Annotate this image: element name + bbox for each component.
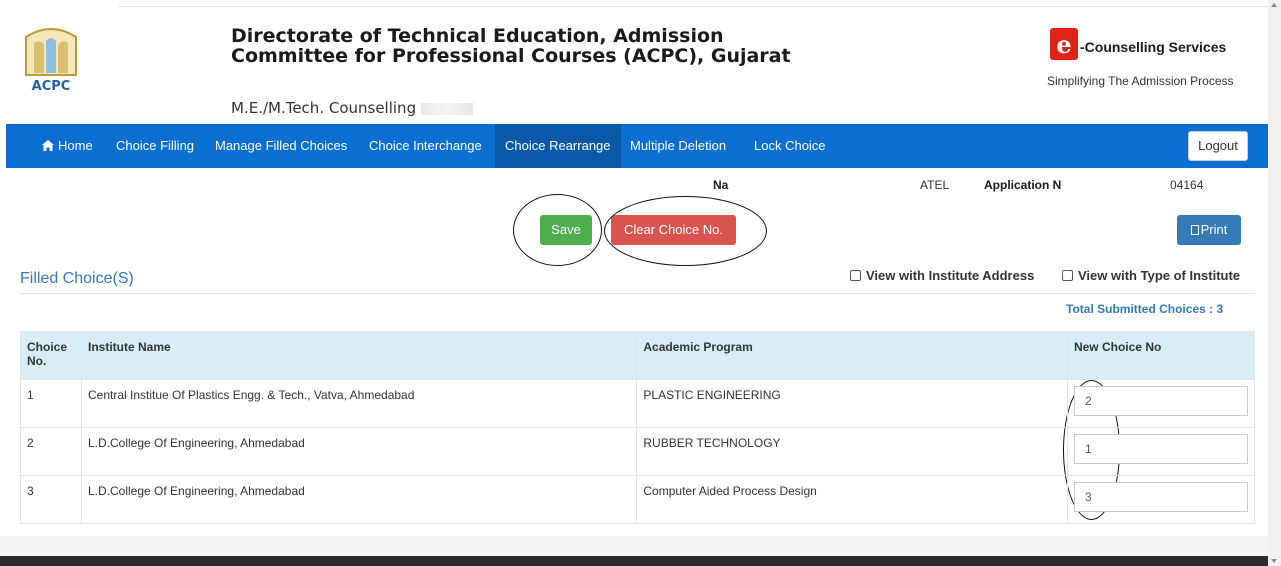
nav-choice-rearrange[interactable]: Choice Rearrange <box>495 124 621 168</box>
cell-institute: L.D.College Of Engineering, Ahmedabad <box>80 475 638 524</box>
section-divider <box>20 293 1255 294</box>
new-choice-input[interactable] <box>1073 386 1248 416</box>
cell-new-choice <box>1066 427 1256 476</box>
nav-multiple-deletion[interactable]: Multiple Deletion <box>630 124 726 168</box>
print-button[interactable]: Print <box>1177 215 1241 245</box>
vertical-scrollbar[interactable] <box>1268 0 1281 566</box>
nav-choice-interchange[interactable]: Choice Interchange <box>369 124 482 168</box>
cell-choice-no: 1 <box>20 379 82 428</box>
subtitle-text: M.E./M.Tech. Counselling <box>231 99 417 117</box>
header-institute-name: Institute Name <box>80 331 638 380</box>
cell-institute: Central Institue Of Plastics Engg. & Tec… <box>80 379 638 428</box>
table-row: 3 L.D.College Of Engineering, Ahmedabad … <box>20 475 1256 524</box>
table-header-row: Choice No. Institute Name Academic Progr… <box>20 331 1256 380</box>
page-bottom-band <box>0 536 1268 556</box>
section-title: Filled Choice(S) <box>20 270 134 287</box>
acpc-logo-text: ACPC <box>32 79 71 94</box>
e-counselling-logo-icon: e <box>1050 28 1078 60</box>
name-label: Na <box>713 178 729 192</box>
cell-choice-no: 3 <box>20 475 82 524</box>
cell-new-choice <box>1066 379 1256 428</box>
print-label: Print <box>1200 222 1228 237</box>
save-button[interactable]: Save <box>540 215 592 245</box>
header-academic-program: Academic Program <box>636 331 1068 380</box>
site-header: ACPC Directorate of Technical Education,… <box>0 0 1268 124</box>
page-subtitle: M.E./M.Tech. Counselling <box>231 99 473 117</box>
application-label: Application N <box>984 178 1062 192</box>
cell-program: Computer Aided Process Design <box>636 475 1068 524</box>
view-institute-type-option[interactable]: View with Type of Institute <box>1062 268 1240 283</box>
brand-tagline: Simplifying The Admission Process <box>1047 74 1234 88</box>
nav-manage-filled-choices[interactable]: Manage Filled Choices <box>215 124 347 168</box>
new-choice-input[interactable] <box>1073 434 1248 464</box>
scroll-up-icon[interactable] <box>1271 3 1277 7</box>
table-row: 2 L.D.College Of Engineering, Ahmedabad … <box>20 427 1256 476</box>
logout-button[interactable]: Logout <box>1188 131 1248 161</box>
application-value: 04164 <box>1170 178 1204 192</box>
table-row: 1 Central Institue Of Plastics Engg. & T… <box>20 379 1256 428</box>
nav-lock-choice[interactable]: Lock Choice <box>754 124 826 168</box>
brand-name: -Counselling Services <box>1080 39 1227 55</box>
redacted-year <box>420 102 473 115</box>
cell-institute: L.D.College Of Engineering, Ahmedabad <box>80 427 638 476</box>
page-title: Directorate of Technical Education, Admi… <box>231 25 791 67</box>
cell-choice-no: 2 <box>20 427 82 476</box>
header-new-choice-no: New Choice No <box>1066 331 1256 380</box>
clear-choice-button[interactable]: Clear Choice No. <box>611 215 736 245</box>
scroll-down-icon[interactable] <box>1271 559 1277 563</box>
cell-program: RUBBER TECHNOLOGY <box>636 427 1068 476</box>
total-submitted-choices: Total Submitted Choices : 3 <box>1066 302 1224 316</box>
nav-choice-filling[interactable]: Choice Filling <box>116 124 194 168</box>
main-navbar: Home Choice Filling Manage Filled Choice… <box>6 124 1268 168</box>
cell-program: PLASTIC ENGINEERING <box>636 379 1068 428</box>
name-value: ATEL <box>920 178 950 192</box>
cell-new-choice <box>1066 475 1256 524</box>
filled-choices-table: Choice No. Institute Name Academic Progr… <box>20 331 1256 524</box>
view-institute-address-option[interactable]: View with Institute Address <box>850 268 1034 283</box>
institute-address-label: View with Institute Address <box>866 268 1035 283</box>
nav-home-label: Home <box>58 138 93 153</box>
footer-bar <box>0 556 1268 566</box>
acpc-logo: ACPC <box>20 23 82 95</box>
header-choice-no: Choice No. <box>20 331 82 380</box>
institute-type-label: View with Type of Institute <box>1078 268 1241 283</box>
new-choice-input[interactable] <box>1073 482 1248 512</box>
print-icon <box>1190 225 1199 235</box>
home-icon <box>42 140 54 151</box>
institute-type-checkbox[interactable] <box>1062 270 1073 281</box>
institute-address-checkbox[interactable] <box>850 270 861 281</box>
svg-text:e: e <box>1056 30 1071 59</box>
